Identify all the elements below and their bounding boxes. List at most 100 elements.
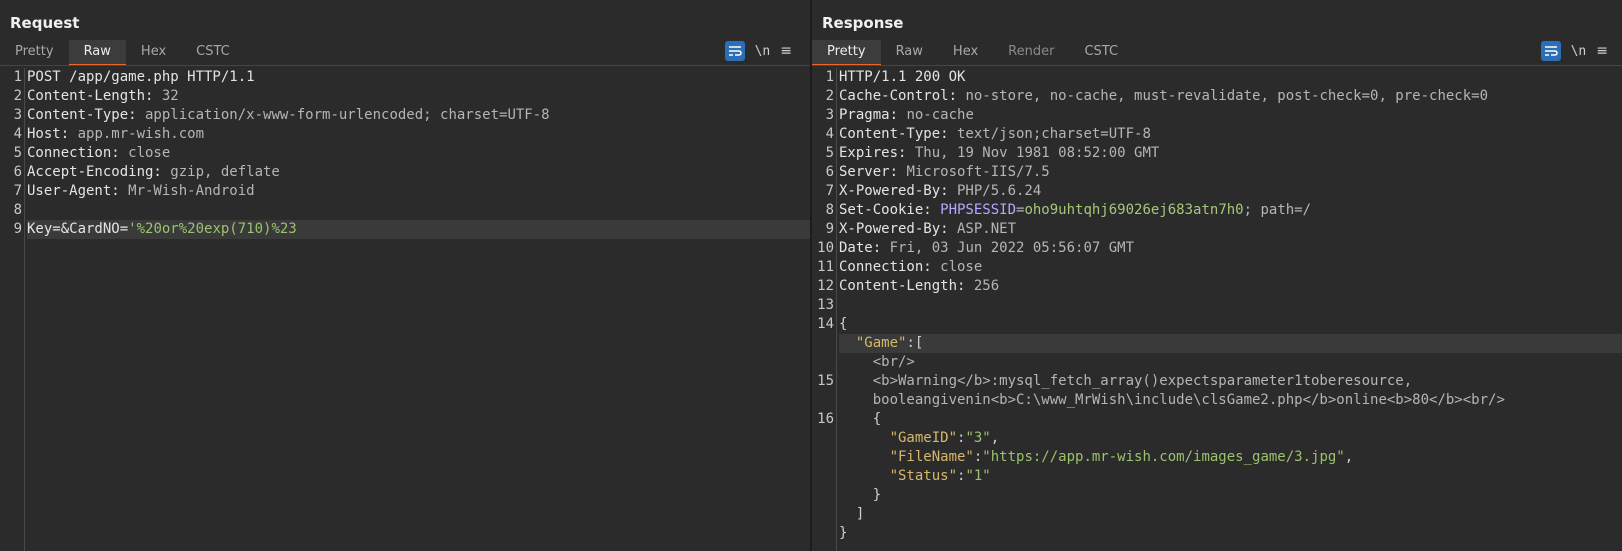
word-wrap-button[interactable] (1540, 41, 1561, 61)
header-value: gzip, deflate (161, 164, 280, 180)
json-punct: :[ (906, 335, 924, 351)
code-line: "GameID":"3", (839, 429, 1622, 448)
header-key: Host: (27, 126, 70, 142)
response-code: HTTP/1.1 200 OK Cache-Control: no-store,… (839, 68, 1622, 543)
tab-cstc[interactable]: CSTC (1069, 40, 1133, 66)
line-number: 8 (825, 202, 834, 218)
code-line: Content-Length: 32 (27, 87, 810, 106)
header-key: Expires: (839, 145, 907, 161)
header-key: Content-Length: (839, 278, 966, 294)
json-brace: } (839, 525, 848, 541)
request-editor[interactable]: 1 2 3 4 5 6 7 8 9 POST /app/game.php HTT… (0, 68, 810, 551)
header-value: no-cache (898, 107, 974, 123)
line-number: 6 (825, 164, 834, 180)
tab-hex[interactable]: Hex (938, 40, 993, 66)
header-key: X-Powered-By: (839, 221, 949, 237)
line-number (812, 524, 834, 543)
code-line: Connection: close (839, 258, 1622, 277)
code-line: Content-Type: application/x-www-form-url… (27, 106, 810, 125)
request-line: POST /app/game.php HTTP/1.1 (27, 69, 255, 85)
json-key: "Status" (839, 468, 958, 484)
line-number: 7 (825, 183, 834, 199)
header-key: Date: (839, 240, 882, 256)
line-number: 3 (825, 107, 834, 123)
line-number: 2 (825, 88, 834, 104)
code-line: Date: Fri, 03 Jun 2022 05:56:07 GMT (839, 239, 1622, 258)
code-line: Set-Cookie: PHPSESSID=oho9uhtqhj69026ej6… (839, 201, 1622, 220)
show-newlines-button[interactable]: \n (1571, 44, 1587, 59)
word-wrap-icon (728, 46, 742, 56)
code-line: Connection: close (27, 144, 810, 163)
line-number: 5 (13, 145, 22, 161)
line-number: 13 (817, 297, 834, 313)
header-value: application/x-www-form-urlencoded; chars… (136, 107, 550, 123)
code-line: POST /app/game.php HTTP/1.1 (27, 68, 810, 87)
tab-raw[interactable]: Raw (881, 40, 938, 66)
code-line: ] (839, 505, 1622, 524)
line-number: 7 (13, 183, 22, 199)
menu-icon[interactable]: ≡ (1596, 43, 1608, 59)
json-value: "1" (965, 468, 991, 484)
tab-hex[interactable]: Hex (126, 40, 181, 66)
gutter-separator (24, 68, 25, 551)
code-line-highlighted: "Game":[ (839, 334, 1622, 353)
json-punct: , (990, 430, 1000, 446)
header-value: close (931, 259, 983, 275)
tab-raw[interactable]: Raw (68, 40, 126, 66)
line-number: 10 (817, 240, 834, 256)
line-number: 1 (13, 69, 22, 85)
header-key: Connection: (839, 259, 932, 275)
status-line: HTTP/1.1 200 OK (839, 69, 966, 85)
response-title: Response (822, 14, 904, 32)
code-line: <b>Warning</b>:mysql_fetch_array()expect… (839, 372, 1622, 391)
header-key: Connection: (27, 145, 120, 161)
header-key: Accept-Encoding: (27, 164, 162, 180)
line-number: 11 (817, 259, 834, 275)
code-line: booleangivenin<b>C:\www_MrWish\include\c… (839, 391, 1622, 410)
line-number: 15 (817, 373, 834, 389)
cookie-value: oho9uhtqhj69026ej683atn7h0 (1024, 202, 1244, 218)
line-number: 9 (13, 221, 22, 237)
line-number (812, 429, 834, 448)
tab-pretty[interactable]: Pretty (0, 40, 69, 66)
tab-cstc[interactable]: CSTC (181, 40, 245, 66)
json-bracket: ] (839, 506, 865, 522)
request-title: Request (10, 14, 80, 32)
word-wrap-icon (1544, 46, 1558, 56)
line-number: 1 (825, 69, 834, 85)
tab-render[interactable]: Render (993, 40, 1069, 66)
header-value: ASP.NET (948, 221, 1017, 237)
response-editor[interactable]: 1 2 3 4 5 6 7 8 9 10 11 12 13 14 15 16 H… (812, 68, 1622, 551)
menu-icon[interactable]: ≡ (780, 43, 792, 59)
tab-pretty[interactable]: Pretty (812, 40, 881, 66)
json-text: <b>Warning</b>:mysql_fetch_array()expect… (839, 373, 1413, 389)
code-line: { (839, 410, 1622, 429)
json-brace: } (839, 487, 882, 503)
header-value: 32 (153, 88, 179, 104)
header-value: app.mr-wish.com (69, 126, 205, 142)
request-pane: Request Pretty Raw Hex CSTC \n ≡ 1 2 3 4… (0, 0, 810, 551)
line-number (812, 391, 834, 410)
header-value: no-store, no-cache, must-revalidate, pos… (957, 88, 1489, 104)
line-number: 16 (817, 411, 834, 427)
line-number-gutter: 1 2 3 4 5 6 7 8 9 (0, 68, 22, 239)
show-newlines-button[interactable]: \n (755, 44, 771, 59)
response-tabs: Pretty Raw Hex Render CSTC (812, 40, 1133, 66)
json-text: booleangivenin<b>C:\www_MrWish\include\c… (839, 392, 1505, 408)
header-key: Content-Length: (27, 88, 154, 104)
json-value: "https://app.mr-wish.com/images_game/3.j… (982, 449, 1345, 465)
line-number (812, 448, 834, 467)
code-line: Content-Type: text/json;charset=UTF-8 (839, 125, 1622, 144)
line-number: 5 (825, 145, 834, 161)
line-number: 6 (13, 164, 22, 180)
json-key: "GameID" (839, 430, 958, 446)
word-wrap-button[interactable] (724, 41, 745, 61)
header-key: Cache-Control: (839, 88, 958, 104)
header-key: User-Agent: (27, 183, 120, 199)
code-line: Pragma: no-cache (839, 106, 1622, 125)
header-key: Content-Type: (27, 107, 137, 123)
line-number: 2 (13, 88, 22, 104)
code-line: { (839, 315, 1622, 334)
response-pane: Response Pretty Raw Hex Render CSTC \n ≡… (812, 0, 1622, 551)
